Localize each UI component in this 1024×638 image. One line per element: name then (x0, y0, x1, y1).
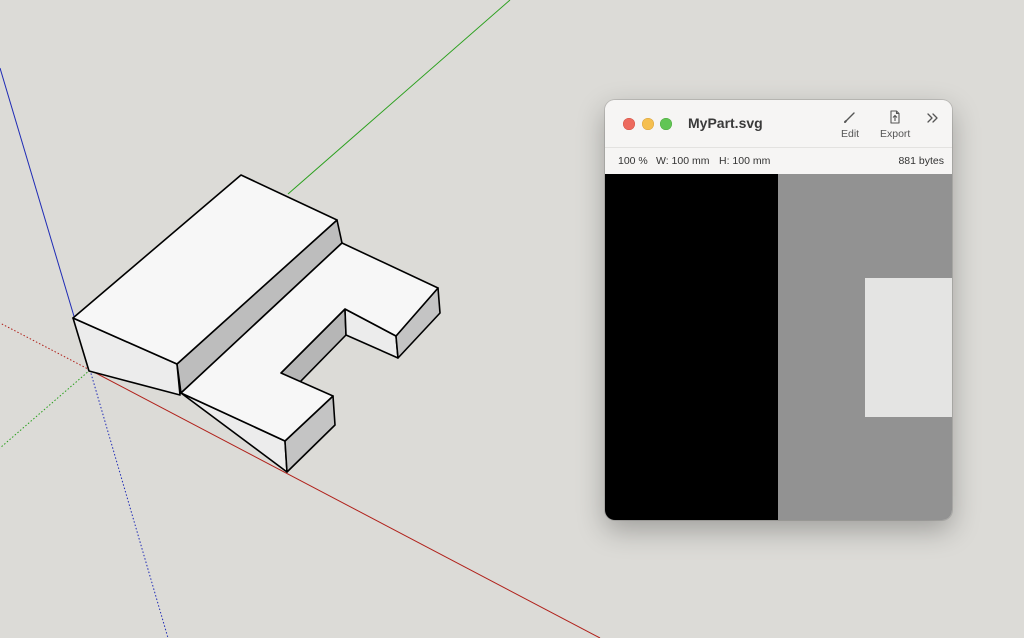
file-size: 881 bytes (898, 155, 944, 167)
export-button-label: Export (880, 128, 911, 140)
preview-black-region (605, 174, 778, 520)
close-window-button[interactable] (623, 118, 635, 130)
red-axis-solid (89, 369, 601, 638)
3d-part-model[interactable] (72, 174, 441, 473)
document-width: W: 100 mm (656, 155, 710, 167)
document-height: H: 100 mm (719, 155, 771, 167)
window-title: MyPart.svg (688, 115, 763, 131)
edit-button[interactable]: Edit (841, 109, 859, 140)
preview-light-region (865, 278, 952, 417)
document-info-bar: 100 % W: 100 mm H: 100 mm 881 bytes (605, 147, 952, 174)
export-document-icon (890, 110, 900, 124)
toolbar-overflow-button[interactable] (925, 110, 941, 131)
zoom-level: 100 % (618, 155, 648, 167)
export-button[interactable]: Export (880, 109, 910, 140)
window-titlebar[interactable]: MyPart.svg Edit Export (605, 100, 952, 147)
zoom-window-button[interactable] (660, 118, 672, 130)
green-axis-solid (287, 0, 511, 195)
svg-preview-window[interactable]: MyPart.svg Edit Export 100 % W: 100 mm H… (605, 100, 952, 520)
blue-axis-dotted (89, 369, 169, 638)
minimize-window-button[interactable] (642, 118, 654, 130)
edit-button-label: Edit (841, 128, 860, 140)
svg-preview-canvas[interactable] (605, 174, 952, 520)
pencil-icon (844, 112, 855, 123)
chevron-double-right-icon (927, 113, 938, 123)
green-axis-dotted (0, 369, 91, 449)
